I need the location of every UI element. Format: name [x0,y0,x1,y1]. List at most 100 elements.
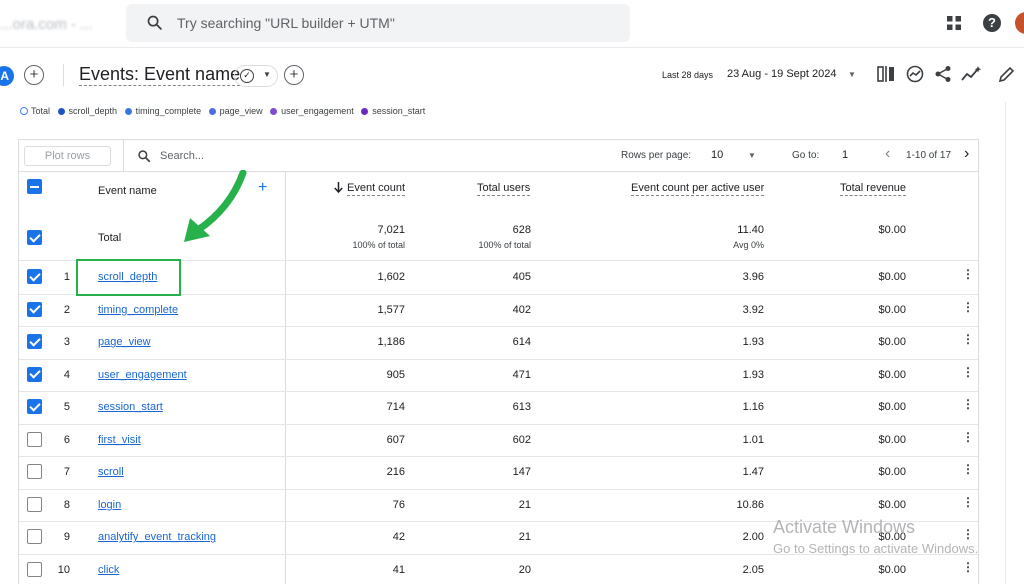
row-checkbox[interactable] [27,366,42,382]
prev-page-icon[interactable]: ‹ [885,145,890,163]
row-checkbox[interactable] [27,529,42,545]
row-number: 3 [63,336,70,349]
event-name-link[interactable]: analytify_event_tracking [98,531,216,543]
per-user-cell: 2.05 [742,563,764,576]
activation-watermark-title: Activate Windows [773,517,916,537]
legend-item[interactable]: session_start [361,106,425,116]
rows-per-page-select[interactable]: 10 [711,149,723,161]
event-name-link[interactable]: page_view [98,336,151,348]
revenue-cell: $0.00 [878,433,906,446]
row-checkbox[interactable] [27,431,42,447]
row-number: 6 [63,433,70,446]
apps-grid-icon[interactable] [947,16,961,30]
col-header-event-count-per-user[interactable]: Event count per active user [631,182,765,196]
total-event-count: 7,021 [377,224,405,236]
total-users: 628 [512,224,531,236]
row-more-icon[interactable]: ⋮ [962,561,974,573]
legend-dot-icon [361,107,369,115]
plot-rows-button[interactable]: Plot rows [24,146,111,166]
chevron-down-icon[interactable]: ▼ [748,151,756,160]
row-more-icon[interactable]: ⋮ [962,528,974,540]
report-title[interactable]: Events: Event name [79,64,241,86]
next-page-icon[interactable]: › [964,145,969,163]
compare-icon[interactable] [877,65,895,83]
explore-icon[interactable] [961,65,981,83]
row-more-icon[interactable]: ⋮ [962,366,974,378]
event-name-link[interactable]: scroll [98,466,124,478]
global-search-box[interactable]: Try searching "URL builder + UTM" [126,4,630,42]
col-header-total-users[interactable]: Total users [477,182,531,196]
sort-descending-icon[interactable] [334,182,343,193]
event-name-link[interactable]: session_start [98,401,163,413]
legend-item[interactable]: user_engagement [270,106,354,116]
add-dimension-icon[interactable]: + [284,65,304,85]
help-icon[interactable]: ? [983,14,1001,32]
event-name-link[interactable]: login [98,499,121,511]
row-checkbox[interactable] [27,334,42,350]
row-checkbox[interactable] [27,399,42,415]
total-users-cell: 405 [512,271,531,284]
goto-label: Go to: [792,150,820,161]
goto-page-input[interactable]: 1 [842,149,848,161]
legend-item-total[interactable]: Total [20,106,50,116]
row-more-icon[interactable]: ⋮ [962,463,974,475]
row-more-icon[interactable]: ⋮ [962,496,974,508]
row-number: 2 [63,303,70,316]
row-more-icon[interactable]: ⋮ [962,431,974,443]
legend-item[interactable]: scroll_depth [57,106,117,116]
legend-item[interactable]: timing_complete [124,106,201,116]
event-name-link[interactable]: click [98,564,119,576]
top-app-bar: ...ora.com - ... Try searching "URL buil… [0,0,1024,48]
revenue-cell: $0.00 [878,336,906,349]
event-name-link[interactable]: user_engagement [98,369,187,381]
row-more-icon[interactable]: ⋮ [962,301,974,313]
total-event-count-share: 100% of total [352,240,405,250]
edit-icon[interactable] [998,65,1016,83]
row-number: 9 [63,531,70,544]
insights-icon[interactable] [906,65,924,83]
table-search-input[interactable]: Search... [160,150,204,162]
report-header: A + Events: Event name ✓ ▼ + Last 28 day… [0,48,1024,102]
revenue-cell: $0.00 [878,368,906,381]
row-checkbox[interactable] [27,464,42,480]
row-more-icon[interactable]: ⋮ [962,398,974,410]
row-checkbox[interactable] [27,561,42,577]
event-name-link[interactable]: first_visit [98,434,141,446]
row-number: 5 [63,401,70,414]
revenue-cell: $0.00 [878,498,906,511]
comparison-badge[interactable]: A [0,66,14,86]
report-status-dropdown[interactable]: ✓ ▼ [234,65,278,87]
total-users-cell: 602 [512,433,531,446]
date-range-label[interactable]: Last 28 days [662,70,713,80]
row-number: 10 [57,563,70,576]
col-header-total-revenue[interactable]: Total revenue [840,182,907,196]
row-more-icon[interactable]: ⋮ [962,333,974,345]
col-header-event-name[interactable]: Event name [98,185,157,197]
add-comparison-icon[interactable]: + [24,65,44,85]
total-checkbox[interactable] [27,230,42,245]
row-divider [19,358,978,360]
row-checkbox[interactable] [27,301,42,317]
legend-dot-icon [124,107,132,115]
row-more-icon[interactable]: ⋮ [962,268,974,280]
date-range-value[interactable]: 23 Aug - 19 Sept 2024 [727,68,836,80]
row-checkbox[interactable] [27,496,42,512]
row-checkbox[interactable] [27,269,42,285]
property-name[interactable]: ...ora.com - ... [0,16,93,33]
legend-item[interactable]: page_view [208,106,263,116]
select-all-checkbox[interactable] [27,179,42,194]
col-header-event-count[interactable]: Event count [347,182,406,196]
search-placeholder: Try searching "URL builder + UTM" [177,15,395,31]
page-scrollbar[interactable] [1005,102,1024,584]
row-divider [19,391,978,392]
account-avatar[interactable] [1015,12,1024,34]
row-divider [19,456,978,457]
event-name-link[interactable]: timing_complete [98,304,178,316]
total-users-cell: 21 [518,531,531,544]
row-number: 1 [63,271,70,284]
event-count-cell: 76 [392,498,405,511]
share-icon[interactable] [934,65,952,83]
table-toolbar: Plot rows Search... Rows per page: 10 ▼ … [19,140,978,172]
date-range-chevron-icon[interactable]: ▼ [848,70,856,79]
add-column-icon[interactable]: + [258,179,267,197]
